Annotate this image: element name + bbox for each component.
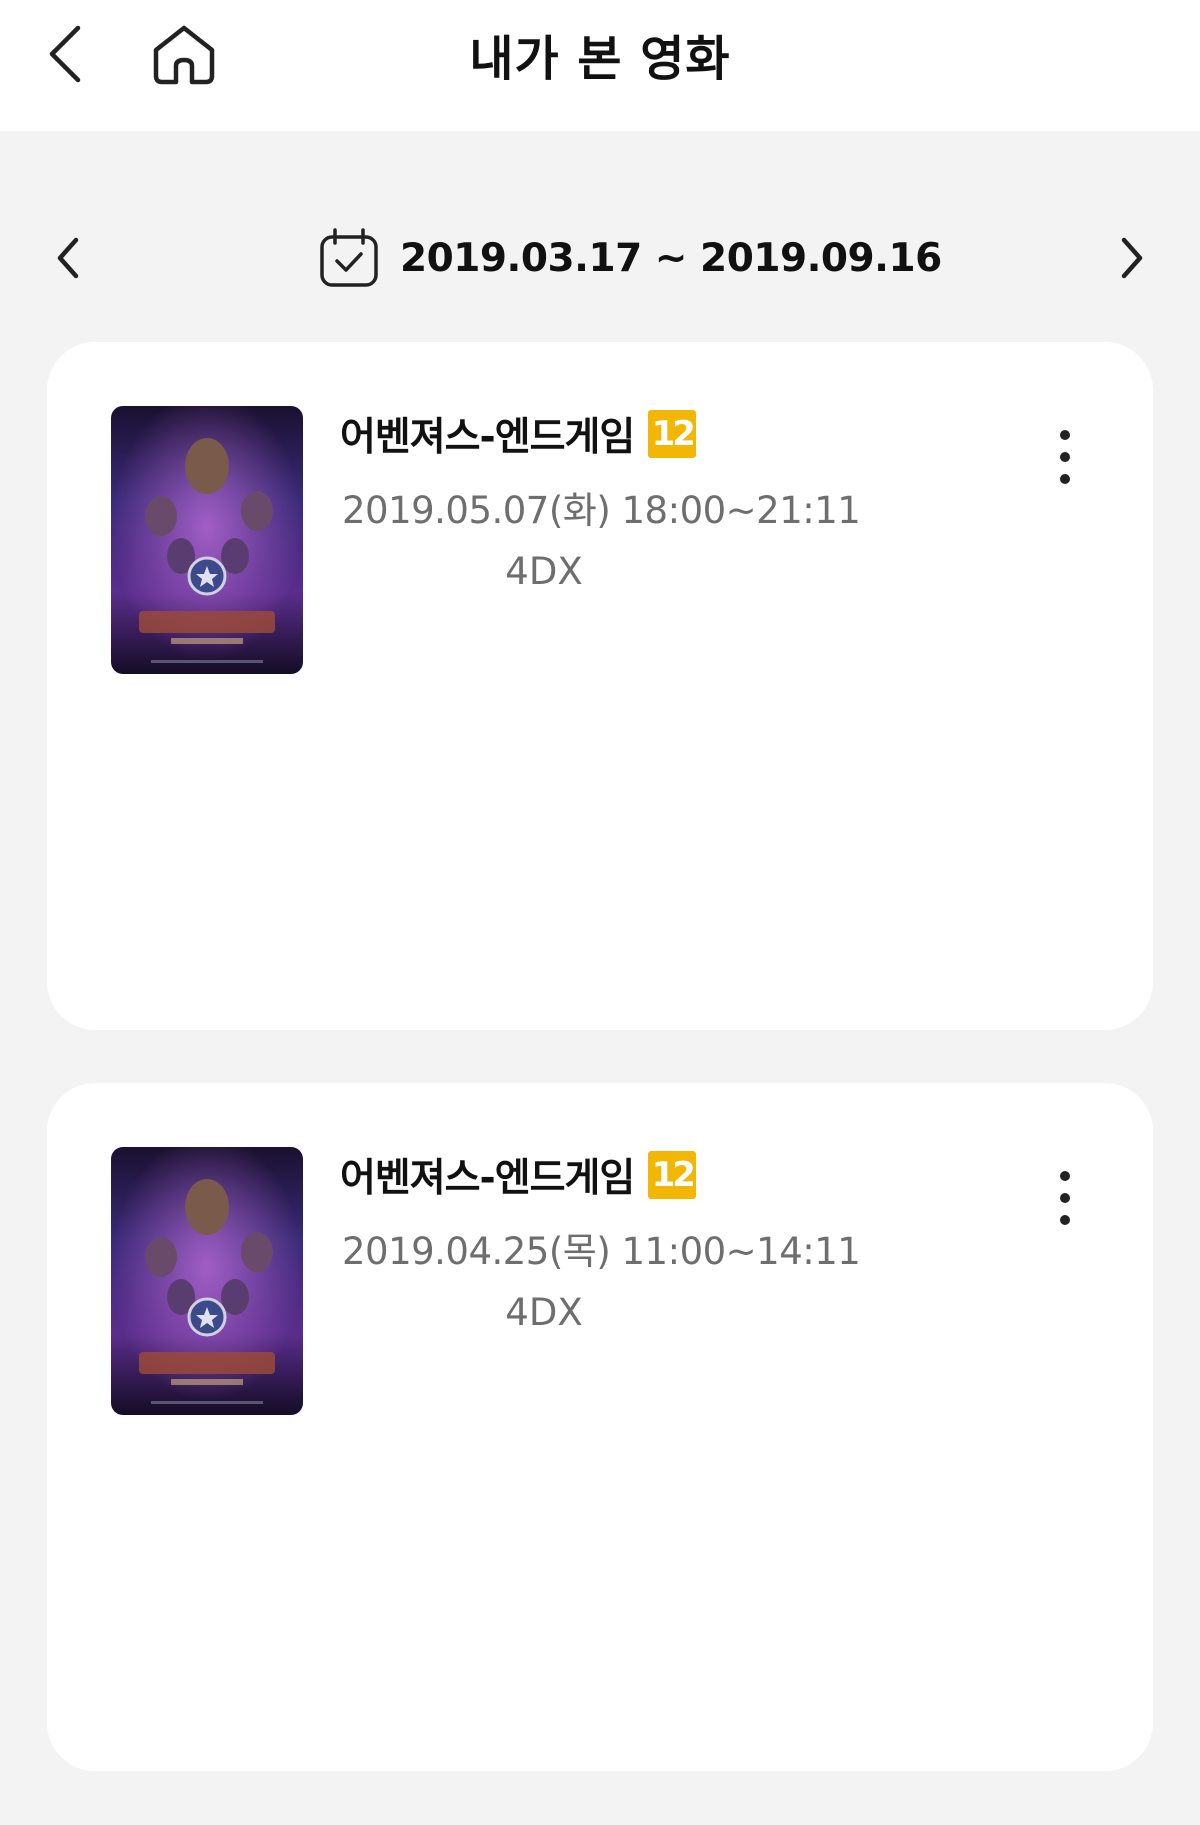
showtime-text: 2019.04.25(목) 11:00~14:11 (342, 1230, 861, 1273)
screen-format-text: 4DX (505, 550, 583, 593)
calendar-check-icon (320, 228, 378, 287)
date-range-text: 2019.03.17 ~ 2019.09.16 (400, 235, 942, 281)
page-title: 내가 본 영화 (0, 0, 1200, 108)
movie-title: 어벤져스-엔드게임 (340, 415, 635, 460)
screen-format-text: 4DX (505, 1291, 583, 1334)
movie-poster[interactable] (111, 1147, 303, 1415)
date-range-bar: 2019.03.17 ~ 2019.09.16 (0, 210, 1200, 302)
more-options-button[interactable] (1047, 1167, 1083, 1229)
movie-card[interactable]: 어벤져스-엔드게임 12 2019.04.25(목) 11:00~14:11 4… (47, 1083, 1153, 1771)
more-options-button[interactable] (1047, 426, 1083, 488)
age-rating-badge: 12 (648, 410, 697, 458)
more-vertical-icon (1060, 1171, 1070, 1225)
previous-range-button[interactable] (48, 232, 90, 284)
poster-image (111, 1147, 303, 1415)
page-title-text: 내가 본 영화 (469, 31, 731, 87)
next-range-button[interactable] (1110, 232, 1152, 284)
age-rating-badge: 12 (648, 1151, 697, 1199)
movie-title: 어벤져스-엔드게임 (340, 1156, 635, 1201)
chevron-left-icon (57, 237, 79, 279)
showtime-text: 2019.05.07(화) 18:00~21:11 (342, 489, 861, 532)
app-header: 내가 본 영화 (0, 0, 1200, 131)
date-range-selector[interactable]: 2019.03.17 ~ 2019.09.16 (316, 224, 942, 292)
movie-title-row: 어벤져스-엔드게임 12 (340, 1149, 697, 1201)
poster-image (111, 406, 303, 674)
movie-poster[interactable] (111, 406, 303, 674)
movie-card[interactable]: 어벤져스-엔드게임 12 2019.05.07(화) 18:00~21:11 4… (47, 342, 1153, 1030)
more-vertical-icon (1060, 430, 1070, 484)
chevron-right-icon (1121, 237, 1143, 279)
movie-title-row: 어벤져스-엔드게임 12 (340, 408, 697, 460)
